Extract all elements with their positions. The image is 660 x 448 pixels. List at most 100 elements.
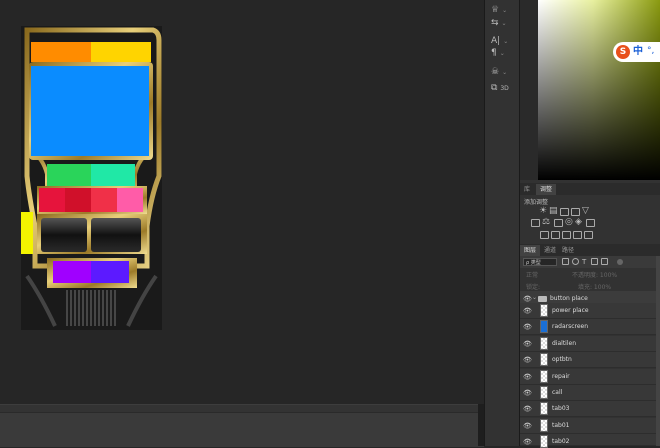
ime-punct-toggle[interactable]: °,	[647, 44, 654, 58]
layer-name: repair	[552, 373, 570, 380]
layer-row[interactable]: 👁 dialtilen	[520, 336, 660, 352]
properties-icon[interactable]: ☠ ⌄	[491, 66, 515, 78]
visibility-eye-icon[interactable]: 👁	[523, 340, 532, 348]
tab-adjustments[interactable]: 调整	[536, 184, 557, 195]
blend-mode-select[interactable]: 正常	[526, 270, 538, 279]
visibility-eye-icon[interactable]: 👁	[523, 323, 532, 331]
layer-filter-select[interactable]: ρ 类型	[523, 258, 557, 266]
hue-saturation-icon[interactable]	[531, 219, 540, 227]
layer-thumbnail	[540, 353, 548, 366]
layer-thumbnail	[540, 337, 548, 350]
lime-side-tab	[21, 212, 33, 254]
color-picker-field[interactable]	[538, 0, 660, 180]
layer-filter-label: ρ 类型	[526, 260, 541, 266]
filter-adjustment-icon[interactable]	[572, 258, 579, 265]
layer-name: button place	[550, 295, 588, 302]
document-canvas[interactable]	[21, 26, 162, 330]
green-key	[47, 164, 91, 188]
opacity-field[interactable]: 不透明度: 100%	[572, 270, 617, 279]
folder-icon	[538, 296, 547, 302]
black-button-left	[41, 218, 87, 252]
paragraph-icon[interactable]: ¶ ⌄	[491, 47, 515, 59]
ime-lang-toggle[interactable]: 中	[633, 45, 643, 59]
orange-bar	[31, 42, 91, 62]
invert-icon[interactable]	[540, 231, 549, 239]
visibility-eye-icon[interactable]: 👁	[523, 389, 532, 397]
pink-key	[117, 188, 143, 212]
layer-row[interactable]: 👁 radarscreen	[520, 319, 660, 335]
layer-name: dialtilen	[552, 340, 576, 347]
layer-row[interactable]: 👁 tab03	[520, 401, 660, 417]
device-mockup-artwork	[21, 26, 162, 330]
layer-name: radarscreen	[552, 323, 589, 330]
black-button-right	[91, 218, 141, 252]
screen-area	[31, 66, 149, 156]
filter-pixel-icon[interactable]	[562, 258, 569, 265]
clone-source-icon[interactable]: ⇆ ⌄	[491, 17, 515, 29]
teal-key	[91, 164, 135, 188]
curves-icon[interactable]	[560, 208, 569, 216]
hue-strip[interactable]	[520, 0, 538, 180]
violet-key	[91, 261, 129, 283]
ime-logo-icon: S	[616, 45, 630, 59]
posterize-icon[interactable]	[551, 231, 560, 239]
vibrance-icon[interactable]: ▽	[582, 207, 589, 216]
ime-toolbar[interactable]: S 中 °,	[613, 42, 660, 62]
yellow-bar	[91, 42, 151, 62]
red-key-3	[91, 188, 117, 212]
photo-filter-icon[interactable]: ◎	[565, 218, 573, 227]
layers-scrollbar[interactable]	[656, 256, 660, 446]
fill-field[interactable]: 填充: 100%	[578, 282, 611, 291]
layer-row[interactable]: 👁 repair	[520, 369, 660, 385]
tab-layers[interactable]: 图层	[520, 245, 541, 256]
visibility-eye-icon[interactable]: 👁	[523, 438, 532, 446]
filter-smart-object-icon[interactable]	[601, 258, 608, 265]
layer-thumbnail	[540, 435, 548, 448]
gradient-map-icon[interactable]	[573, 231, 582, 239]
layer-thumbnail	[540, 304, 548, 317]
selective-color-icon[interactable]	[584, 231, 593, 239]
color-lookup-icon[interactable]	[586, 219, 595, 227]
filter-toggle[interactable]	[617, 259, 623, 265]
visibility-eye-icon[interactable]: 👁	[523, 295, 532, 303]
visibility-eye-icon[interactable]: 👁	[523, 356, 532, 364]
layer-row[interactable]: 👁 power place	[520, 303, 660, 319]
visibility-eye-icon[interactable]: 👁	[523, 373, 532, 381]
layer-row[interactable]: 👁 tab02	[520, 434, 660, 448]
layer-name: call	[552, 389, 563, 396]
tab-paths[interactable]: 路径	[558, 245, 578, 256]
threshold-icon[interactable]	[562, 231, 571, 239]
brush-settings-icon[interactable]: ♕ ⌄	[491, 4, 515, 16]
purple-key	[53, 261, 91, 283]
panel-tool-strip: ♕ ⌄ ⇆ ⌄ A| ⌄ ¶ ⌄ ☠ ⌄ ⧉ 3D	[484, 0, 520, 446]
add-adjustment-label: 添加调整	[524, 199, 549, 206]
filter-shape-icon[interactable]	[591, 258, 598, 265]
tab-library[interactable]: 库	[520, 184, 534, 195]
visibility-eye-icon[interactable]: 👁	[523, 405, 532, 413]
color-balance-icon[interactable]: ⚖	[542, 218, 550, 227]
layer-name: optbtn	[552, 356, 572, 363]
brightness-icon[interactable]: ☀	[539, 207, 547, 216]
layer-name: tab01	[552, 422, 570, 429]
layer-thumbnail	[540, 370, 548, 383]
layer-name: tab03	[552, 405, 570, 412]
black-white-icon[interactable]	[554, 219, 563, 227]
character-icon[interactable]: A| ⌄	[491, 35, 515, 47]
status-bar	[0, 404, 484, 447]
layer-row[interactable]: 👁 call	[520, 385, 660, 401]
3d-icon[interactable]: ⧉ 3D	[491, 82, 515, 94]
levels-icon[interactable]: ▤	[549, 207, 558, 216]
visibility-eye-icon[interactable]: 👁	[523, 422, 532, 430]
visibility-eye-icon[interactable]: 👁	[523, 307, 532, 315]
group-expand-icon[interactable]: ⌄	[532, 294, 537, 301]
layer-name: power place	[552, 307, 589, 314]
channel-mixer-icon[interactable]: ◈	[575, 218, 582, 227]
layer-row[interactable]: 👁 optbtn	[520, 352, 660, 368]
adjustments-tab-bar: 库 调整	[520, 183, 660, 195]
layer-thumbnail	[540, 320, 548, 333]
tab-channels[interactable]: 通道	[540, 245, 560, 256]
exposure-icon[interactable]	[571, 208, 580, 216]
filter-type-icon[interactable]: T	[582, 258, 586, 267]
lock-label: 锁定:	[526, 284, 541, 291]
layer-row[interactable]: 👁 tab01	[520, 418, 660, 434]
